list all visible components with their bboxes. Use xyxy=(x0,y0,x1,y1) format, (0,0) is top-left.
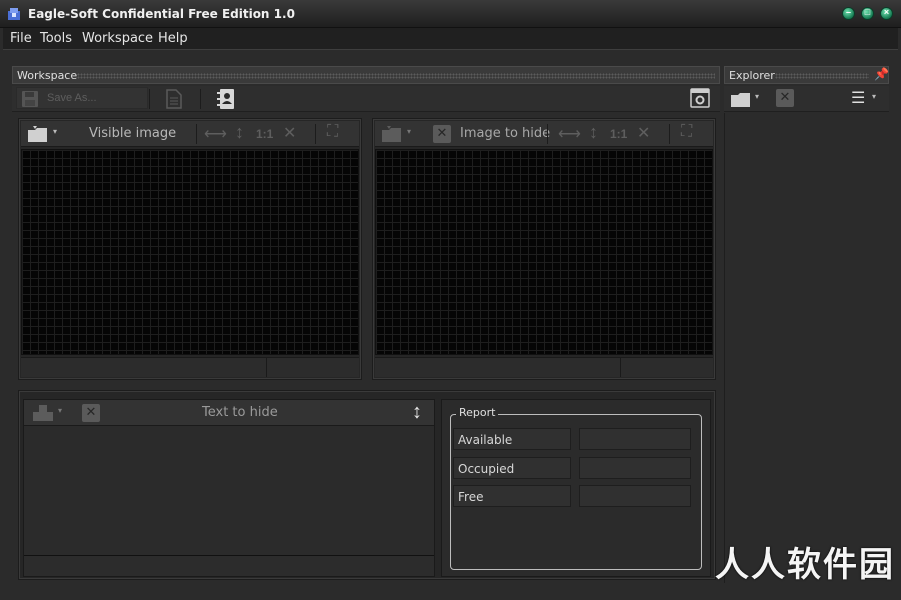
workspace-header: Workspace xyxy=(12,66,720,84)
workspace-toolbar: Save As... xyxy=(12,86,720,112)
menu-bar: File Tools Workspace Help xyxy=(3,28,898,50)
actual-size-icon[interactable]: 1:1 xyxy=(610,127,627,141)
minimize-button[interactable]: – xyxy=(842,7,855,20)
explorer-panel: Explorer 📌 ▾ ✕ ☰ ▾ xyxy=(724,66,889,586)
actual-size-icon[interactable]: 1:1 xyxy=(256,127,273,141)
watermark-text: 人人软件园 xyxy=(715,545,895,585)
fit-height-icon[interactable]: ↕ xyxy=(589,122,598,143)
image-to-hide-canvas[interactable] xyxy=(375,149,713,355)
image-to-hide-panel: ▾ ✕ Image to hide ⟷ ↕ 1:1 ✕ ⛶ xyxy=(372,118,716,380)
visible-image-canvas[interactable] xyxy=(21,149,359,355)
report-value-occupied xyxy=(579,457,691,479)
window-title: Eagle-Soft Confidential Free Edition 1.0 xyxy=(28,7,295,21)
title-bar: Eagle-Soft Confidential Free Edition 1.0… xyxy=(0,0,901,28)
app-logo-icon xyxy=(8,8,20,20)
import-text-icon[interactable] xyxy=(32,404,54,422)
menu-tools[interactable]: Tools xyxy=(40,31,72,46)
report-label-free: Free xyxy=(453,485,571,507)
fit-all-icon[interactable]: ✕ xyxy=(283,123,296,143)
toolbar-divider xyxy=(669,124,670,144)
image-to-hide-status xyxy=(375,357,713,377)
fullscreen-icon[interactable]: ⛶ xyxy=(681,123,692,141)
image-to-hide-toolbar: ▾ ✕ Image to hide ⟷ ↕ 1:1 ✕ ⛶ xyxy=(375,121,713,147)
panel-grip[interactable] xyxy=(775,73,869,79)
visible-image-toolbar: ▾ Visible image ⟷ ↕ 1:1 ✕ ⛶ xyxy=(21,121,359,147)
clear-icon: ✕ xyxy=(779,90,791,105)
text-to-hide-title: Text to hide xyxy=(202,405,278,420)
open-folder-icon[interactable] xyxy=(27,125,49,143)
explorer-toolbar: ▾ ✕ ☰ ▾ xyxy=(724,86,889,112)
panel-grip[interactable] xyxy=(77,73,715,79)
report-title: Report xyxy=(456,406,499,419)
minimize-icon: – xyxy=(845,7,851,17)
text-to-hide-toolbar: ▾ ✕ Text to hide ↕ xyxy=(24,400,434,426)
pin-icon[interactable]: 📌 xyxy=(874,67,889,81)
open-folder-icon[interactable] xyxy=(730,90,752,108)
clear-icon: ✕ xyxy=(85,405,97,420)
close-icon: × xyxy=(883,7,890,17)
report-label-occupied: Occupied xyxy=(453,457,571,479)
close-folder-button[interactable]: ✕ xyxy=(776,89,794,107)
clear-image-button[interactable]: ✕ xyxy=(433,125,451,143)
toolbar-divider xyxy=(196,124,197,144)
report-value-available xyxy=(579,428,691,450)
new-document-icon[interactable] xyxy=(166,89,182,109)
toolbar-divider xyxy=(315,124,316,144)
dropdown-arrow-icon[interactable]: ▾ xyxy=(58,406,62,415)
fullscreen-icon[interactable]: ⛶ xyxy=(327,123,338,141)
visible-image-status xyxy=(21,357,359,377)
resize-vertical-icon[interactable]: ↕ xyxy=(412,401,422,424)
save-as-label: Save As... xyxy=(47,92,97,104)
explorer-header: Explorer 📌 xyxy=(724,66,889,84)
text-status-bar xyxy=(24,555,434,576)
clear-icon: ✕ xyxy=(436,126,448,141)
save-icon xyxy=(22,91,38,107)
fit-width-icon[interactable]: ⟷ xyxy=(204,124,227,144)
dropdown-arrow-icon[interactable]: ▾ xyxy=(53,127,57,136)
toolbar-divider xyxy=(547,124,548,144)
close-button[interactable]: × xyxy=(880,7,893,20)
open-folder-icon[interactable] xyxy=(381,125,403,143)
menu-icon[interactable]: ☰ xyxy=(851,88,865,108)
report-value-free xyxy=(579,485,691,507)
visible-image-panel: ▾ Visible image ⟷ ↕ 1:1 ✕ ⛶ xyxy=(18,118,362,380)
fit-all-icon[interactable]: ✕ xyxy=(637,123,650,143)
clear-text-button[interactable]: ✕ xyxy=(82,404,100,422)
maximize-icon: □ xyxy=(864,7,871,17)
fit-width-icon[interactable]: ⟷ xyxy=(558,124,581,144)
dropdown-arrow-icon[interactable]: ▾ xyxy=(755,92,759,101)
text-to-hide-input[interactable] xyxy=(24,427,434,555)
text-to-hide-panel: ▾ ✕ Text to hide ↕ xyxy=(23,399,435,577)
toolbar-divider xyxy=(200,89,201,109)
dropdown-arrow-icon[interactable]: ▾ xyxy=(407,127,411,136)
maximize-button[interactable]: □ xyxy=(861,7,874,20)
bottom-panel: ▾ ✕ Text to hide ↕ Report Available Occu… xyxy=(18,390,716,580)
explorer-tree[interactable] xyxy=(724,113,889,583)
visible-image-title: Visible image xyxy=(89,126,177,141)
workspace-header-label: Workspace xyxy=(17,69,78,82)
toolbar-divider xyxy=(149,89,150,109)
report-label-available: Available xyxy=(453,428,571,450)
status-divider xyxy=(620,358,621,377)
status-divider xyxy=(266,358,267,377)
explorer-header-label: Explorer xyxy=(729,69,775,82)
menu-file[interactable]: File xyxy=(10,31,32,46)
save-as-button[interactable]: Save As... xyxy=(16,87,148,109)
report-container: Report Available Occupied Free xyxy=(441,399,711,577)
workspace-panel: Workspace Save As... ▾ Visible image ⟷ ↕… xyxy=(12,66,720,586)
image-to-hide-title: Image to hide xyxy=(460,126,551,141)
dropdown-arrow-icon[interactable]: ▾ xyxy=(872,92,876,101)
menu-workspace[interactable]: Workspace xyxy=(82,31,153,46)
menu-help[interactable]: Help xyxy=(158,31,188,46)
settings-window-icon[interactable] xyxy=(690,88,710,108)
contacts-icon[interactable] xyxy=(216,88,236,110)
fit-height-icon[interactable]: ↕ xyxy=(235,122,244,143)
